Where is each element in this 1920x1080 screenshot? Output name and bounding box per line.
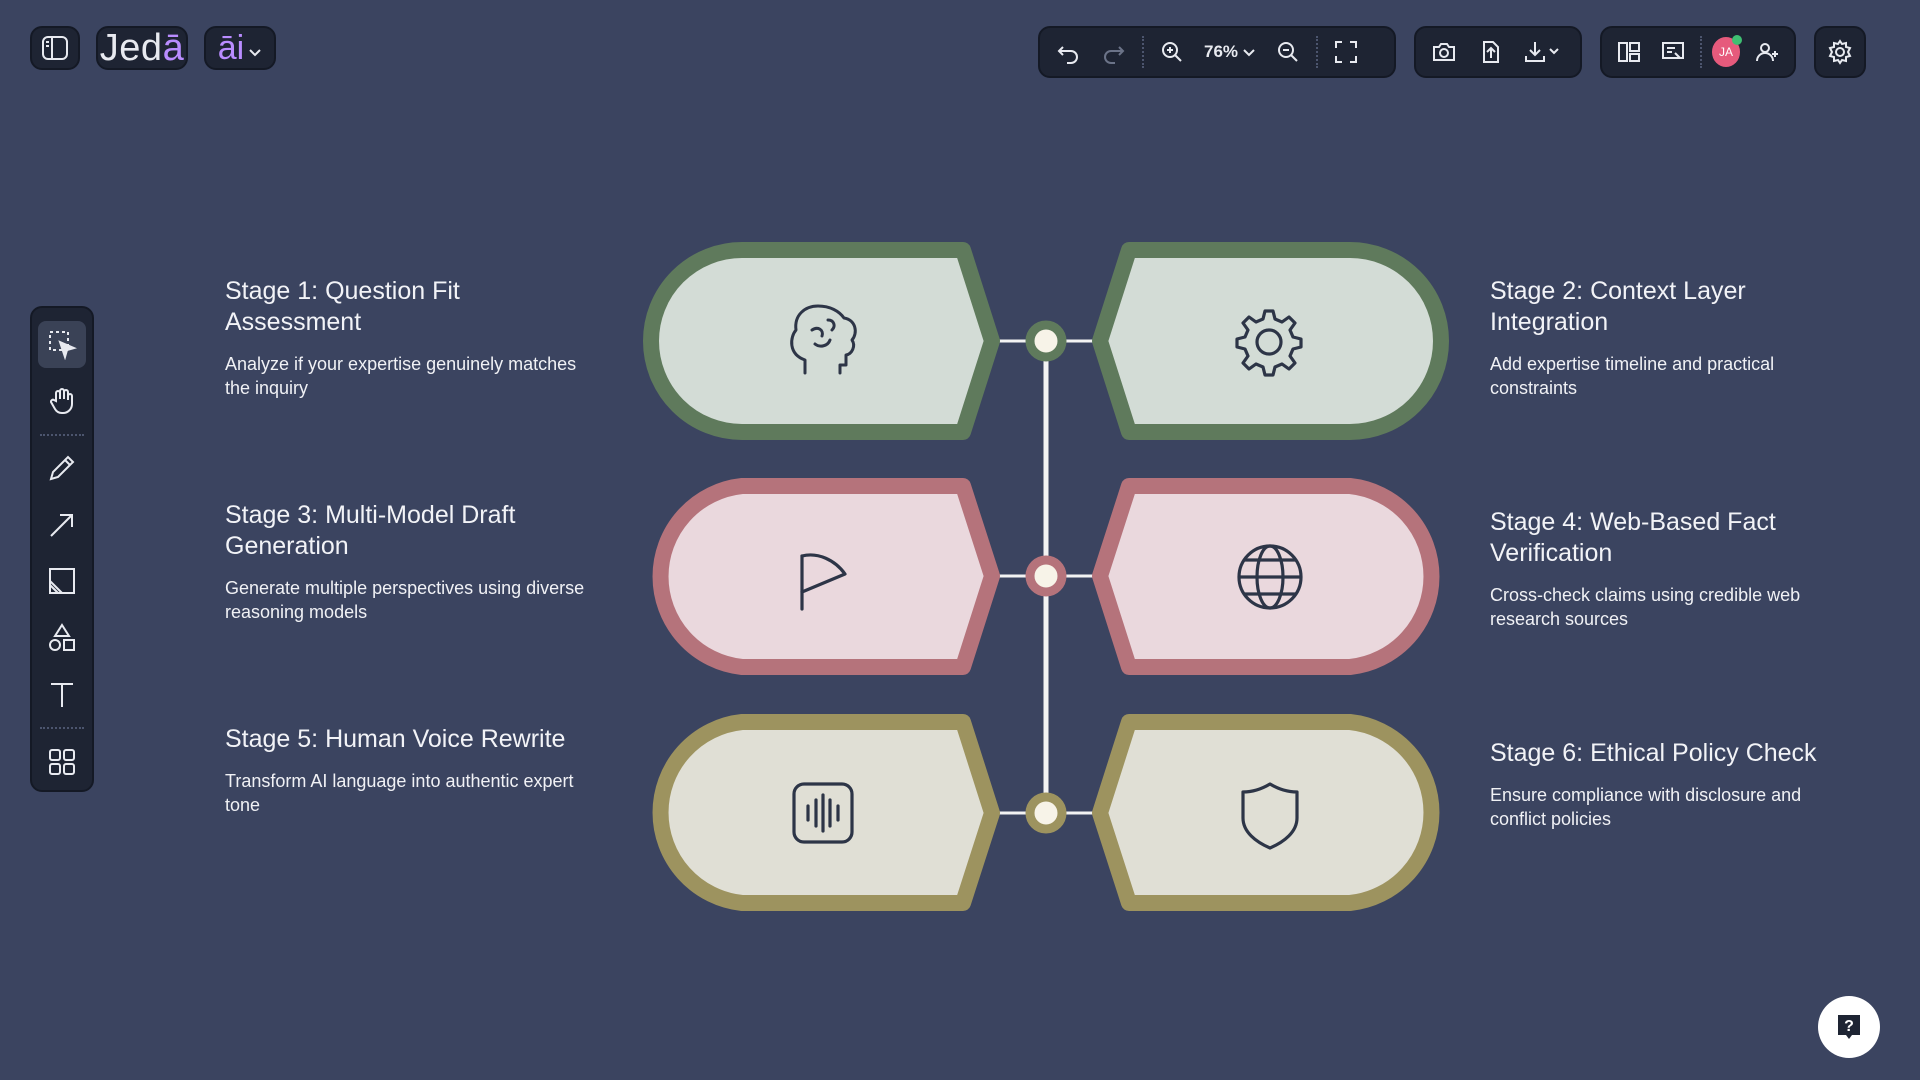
export-toolbar (1414, 26, 1582, 78)
download-icon (1523, 39, 1563, 65)
upload-button[interactable] (1472, 34, 1508, 70)
stage-5-shape (652, 714, 1000, 911)
tool-palette (30, 306, 94, 792)
invite-user-button[interactable] (1750, 34, 1784, 70)
node-row-2 (1025, 555, 1067, 597)
globe-icon (1237, 544, 1303, 610)
sidebar-panel-icon (40, 33, 70, 63)
arrow-icon (46, 509, 78, 541)
zoom-out-icon (1275, 39, 1301, 65)
camera-icon (1431, 39, 1457, 65)
help-chat-icon: ? (1834, 1012, 1864, 1042)
screenshot-button[interactable] (1426, 34, 1462, 70)
tool-divider (40, 727, 84, 730)
ai-label: āi (217, 28, 245, 67)
stage-5-text: Stage 5: Human Voice Rewrite Transform A… (225, 724, 585, 817)
app-logo[interactable]: Jed ā (96, 26, 188, 70)
zoom-in-icon (1159, 39, 1185, 65)
zoom-level-dropdown[interactable]: 76% (1200, 42, 1260, 62)
undo-icon (1055, 39, 1081, 65)
stage-1-text: Stage 1: Question Fit Assessment Analyze… (225, 276, 585, 400)
stage-2-text: Stage 2: Context Layer Integration Add e… (1490, 276, 1850, 400)
chevron-down-icon (248, 29, 262, 68)
pencil-icon (46, 452, 78, 484)
stage-3-title: Stage 3: Multi-Model Draft Generation (225, 501, 516, 560)
toolbar-divider (1316, 36, 1319, 68)
stage-4-description: Cross-check claims using credible web re… (1490, 585, 1801, 629)
stage-6-title: Stage 6: Ethical Policy Check (1490, 739, 1817, 767)
stage-3-description: Generate multiple perspectives using div… (225, 578, 585, 622)
avatar-initials: JA (1718, 45, 1733, 59)
ai-menu-button[interactable]: āi (204, 26, 276, 70)
svg-text:?: ? (1844, 1018, 1854, 1035)
stage-6-shape (1092, 714, 1440, 911)
stage-3-shape (652, 478, 1000, 675)
gear-icon (1235, 309, 1303, 377)
stage-1-shape (643, 242, 1000, 440)
select-tool-button[interactable] (38, 321, 86, 368)
flag-icon (800, 553, 847, 611)
node-row-3 (1025, 792, 1067, 834)
stage-2-shape (1092, 242, 1449, 440)
redo-button[interactable] (1096, 34, 1132, 70)
fullscreen-icon (1333, 39, 1359, 65)
layout-icon (1616, 39, 1642, 65)
toolbar-divider (1142, 36, 1144, 68)
present-button[interactable] (1656, 34, 1690, 70)
file-upload-icon (1477, 39, 1503, 65)
zoom-in-button[interactable] (1154, 34, 1190, 70)
select-cursor-icon (46, 328, 78, 361)
online-status-dot (1732, 35, 1743, 45)
brain-icon (790, 304, 857, 375)
templates-tool-button[interactable] (38, 738, 86, 785)
stage-2-title: Stage 2: Context Layer Integration (1490, 277, 1746, 336)
shield-icon (1241, 782, 1299, 850)
stage-4-text: Stage 4: Web-Based Fact Verification Cro… (1490, 507, 1850, 631)
tool-divider (40, 433, 84, 436)
stage-1-description: Analyze if your expertise genuinely matc… (225, 354, 577, 398)
pen-tool-button[interactable] (38, 445, 86, 492)
avatar[interactable]: JA (1711, 35, 1743, 67)
chevron-down-icon (1242, 45, 1256, 59)
logo-accent: ā (162, 26, 185, 69)
history-zoom-toolbar: 76% (1038, 26, 1396, 78)
text-icon (46, 679, 78, 711)
redo-icon (1101, 39, 1127, 65)
presentation-icon (1660, 39, 1686, 65)
hand-tool-button[interactable] (38, 378, 86, 425)
text-tool-button[interactable] (38, 672, 86, 719)
layout-button[interactable] (1612, 34, 1646, 70)
stage-5-title: Stage 5: Human Voice Rewrite (225, 725, 566, 753)
toolbar-divider (1699, 36, 1702, 68)
logo-text: Jed (99, 26, 163, 69)
grid-icon (46, 746, 78, 778)
stage-4-shape (1092, 478, 1440, 675)
hand-icon (46, 385, 78, 417)
gear-icon (1827, 39, 1853, 65)
stage-6-description: Ensure compliance with disclosure and co… (1490, 785, 1802, 829)
zoom-out-button[interactable] (1270, 34, 1306, 70)
audio-wave-icon (792, 782, 854, 844)
collaboration-toolbar: JA (1600, 26, 1796, 78)
stage-5-description: Transform AI language into authentic exp… (225, 771, 574, 815)
settings-button[interactable] (1814, 26, 1866, 78)
sticky-note-icon (46, 565, 78, 597)
stage-1-title: Stage 1: Question Fit Assessment (225, 277, 460, 336)
help-button[interactable]: ? (1818, 996, 1880, 1058)
sticky-note-tool-button[interactable] (38, 558, 86, 605)
download-button[interactable] (1518, 34, 1568, 70)
stage-3-text: Stage 3: Multi-Model Draft Generation Ge… (225, 500, 585, 624)
sidebar-toggle-button[interactable] (30, 26, 80, 70)
stage-2-description: Add expertise timeline and practical con… (1490, 354, 1775, 398)
stage-6-text: Stage 6: Ethical Policy Check Ensure com… (1490, 738, 1850, 831)
shapes-icon (46, 622, 78, 654)
node-row-1 (1025, 320, 1067, 362)
zoom-level: 76% (1204, 42, 1239, 61)
shapes-tool-button[interactable] (38, 615, 86, 662)
undo-button[interactable] (1050, 34, 1086, 70)
add-user-icon (1754, 39, 1780, 65)
arrow-tool-button[interactable] (38, 501, 86, 548)
fit-screen-button[interactable] (1328, 34, 1364, 70)
stage-4-title: Stage 4: Web-Based Fact Verification (1490, 508, 1776, 567)
